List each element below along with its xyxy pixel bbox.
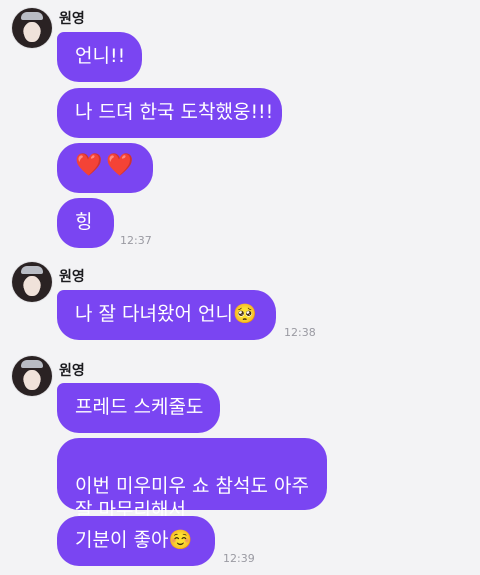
sender-name: 원영 xyxy=(59,11,85,27)
message-bubble[interactable]: 기분이 좋아☺️ xyxy=(57,516,215,566)
message-bubble[interactable]: 나 잘 다녀왔어 언니🥺 xyxy=(57,290,276,340)
message-timestamp: 12:39 xyxy=(223,552,255,565)
hearts-emoji: ❤️❤️ xyxy=(75,153,138,178)
tiara-graphic xyxy=(21,360,43,368)
message-text: 힝 xyxy=(75,211,93,233)
message-text: 나 잘 다녀왔어 언니🥺 xyxy=(75,303,257,325)
message-text: 기분이 좋아☺️ xyxy=(75,529,193,551)
message-bubble[interactable]: 이번 미우미우 쇼 참석도 아주 잘 마무리해서 xyxy=(57,438,327,521)
message-text: 프레드 스케줄도 xyxy=(75,396,204,418)
avatar[interactable] xyxy=(12,356,52,396)
sender-name: 원영 xyxy=(59,269,85,285)
message-timestamp: 12:38 xyxy=(284,326,316,339)
avatar[interactable] xyxy=(12,262,52,302)
message-bubble[interactable]: 나 드뎌 한국 도착했웅!!! xyxy=(57,88,282,138)
message-bubble[interactable]: 언니!! xyxy=(57,32,142,82)
message-text: 언니!! xyxy=(75,45,126,67)
tiara-graphic xyxy=(21,266,43,274)
message-bubble[interactable]: 힝 xyxy=(57,198,114,248)
avatar-face xyxy=(24,276,40,296)
avatar-face xyxy=(24,22,40,42)
message-text: 이번 미우미우 쇼 참석도 아주 잘 마무리해서 xyxy=(75,475,309,521)
avatar[interactable] xyxy=(12,8,52,48)
message-text: 나 드뎌 한국 도착했웅!!! xyxy=(75,101,274,123)
avatar-face xyxy=(24,370,40,390)
sender-name: 원영 xyxy=(59,363,85,379)
message-bubble[interactable]: ❤️❤️ xyxy=(57,143,153,193)
message-bubble[interactable]: 프레드 스케줄도 xyxy=(57,383,220,433)
message-timestamp: 12:37 xyxy=(120,234,152,247)
tiara-graphic xyxy=(21,12,43,20)
